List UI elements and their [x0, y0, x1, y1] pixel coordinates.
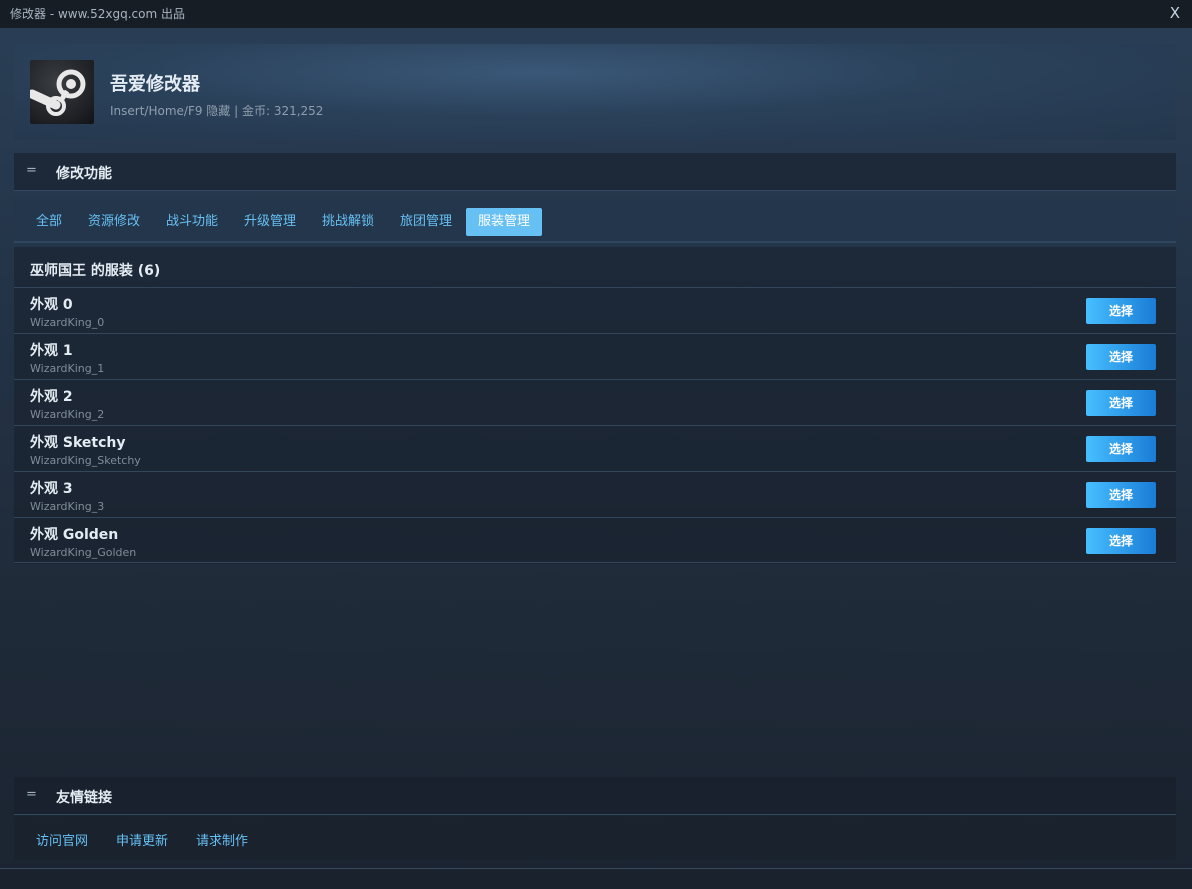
costume-id: WizardKing_Sketchy: [30, 454, 141, 467]
select-button[interactable]: 选择: [1086, 390, 1156, 416]
list-item: 外观 0 WizardKing_0 选择: [14, 287, 1176, 333]
costume-id: WizardKing_Golden: [30, 546, 137, 559]
costume-id: WizardKing_3: [30, 500, 105, 513]
window-title: 修改器 - www.52xgq.com 出品: [10, 7, 185, 21]
costume-id: WizardKing_0: [30, 316, 105, 329]
tab-resource-modify[interactable]: 资源修改: [76, 208, 152, 236]
select-button[interactable]: 选择: [1086, 436, 1156, 462]
request-creation-link[interactable]: 请求制作: [196, 830, 248, 849]
costume-name: 外观 Sketchy: [30, 435, 126, 451]
links-section-header: = 友情链接: [14, 777, 1176, 815]
app-subtitle: Insert/Home/F9 隐藏 | 金币: 321,252: [110, 104, 324, 118]
costume-name: 外观 3: [30, 481, 73, 497]
costume-name: 外观 0: [30, 297, 73, 313]
costume-name: 外观 1: [30, 343, 73, 359]
tab-all[interactable]: 全部: [24, 208, 74, 236]
tab-combat[interactable]: 战斗功能: [154, 208, 230, 236]
tab-challenge-unlock[interactable]: 挑战解锁: [310, 208, 386, 236]
function-tabs: 全部 资源修改 战斗功能 升级管理 挑战解锁 旅团管理 服装管理: [14, 199, 1176, 243]
tab-costume[interactable]: 服装管理: [466, 208, 543, 236]
visit-website-link[interactable]: 访问官网: [36, 830, 88, 849]
app-name: 吾爱修改器: [110, 74, 200, 95]
list-item: 外观 Sketchy WizardKing_Sketchy 选择: [14, 425, 1176, 471]
app-header: 吾爱修改器 Insert/Home/F9 隐藏 | 金币: 321,252: [14, 44, 1176, 140]
list-item: 外观 2 WizardKing_2 选择: [14, 379, 1176, 425]
select-button[interactable]: 选择: [1086, 528, 1156, 554]
list-item: 外观 3 WizardKing_3 选择: [14, 471, 1176, 517]
costume-id: WizardKing_2: [30, 408, 105, 421]
costume-name: 外观 Golden: [30, 527, 119, 543]
functions-section-header: = 修改功能: [14, 153, 1176, 191]
list-item: 外观 1 WizardKing_1 选择: [14, 333, 1176, 379]
steam-logo-icon: [27, 60, 94, 124]
title-bar: 修改器 - www.52xgq.com 出品 X: [0, 0, 1192, 28]
menu-icon: =: [26, 787, 37, 802]
select-button[interactable]: 选择: [1086, 298, 1156, 324]
list-item: 外观 Golden WizardKing_Golden 选择: [14, 517, 1176, 563]
tab-upgrade[interactable]: 升级管理: [232, 208, 308, 236]
select-button[interactable]: 选择: [1086, 482, 1156, 508]
functions-section-title: 修改功能: [56, 166, 112, 182]
costume-id: WizardKing_1: [30, 362, 105, 375]
costume-name: 外观 2: [30, 389, 73, 405]
friend-links: 访问官网 申请更新 请求制作: [14, 816, 1176, 860]
costume-list-title: 巫师国王 的服装 (6): [30, 263, 161, 279]
request-update-link[interactable]: 申请更新: [116, 830, 168, 849]
select-button[interactable]: 选择: [1086, 344, 1156, 370]
footer-bar: [0, 868, 1192, 889]
close-button[interactable]: X: [1170, 3, 1180, 23]
links-section-title: 友情链接: [56, 790, 112, 806]
tab-brigade[interactable]: 旅团管理: [388, 208, 464, 236]
menu-icon: =: [26, 163, 37, 178]
costume-list: 巫师国王 的服装 (6) 外观 0 WizardKing_0 选择 外观 1 W…: [14, 247, 1176, 564]
